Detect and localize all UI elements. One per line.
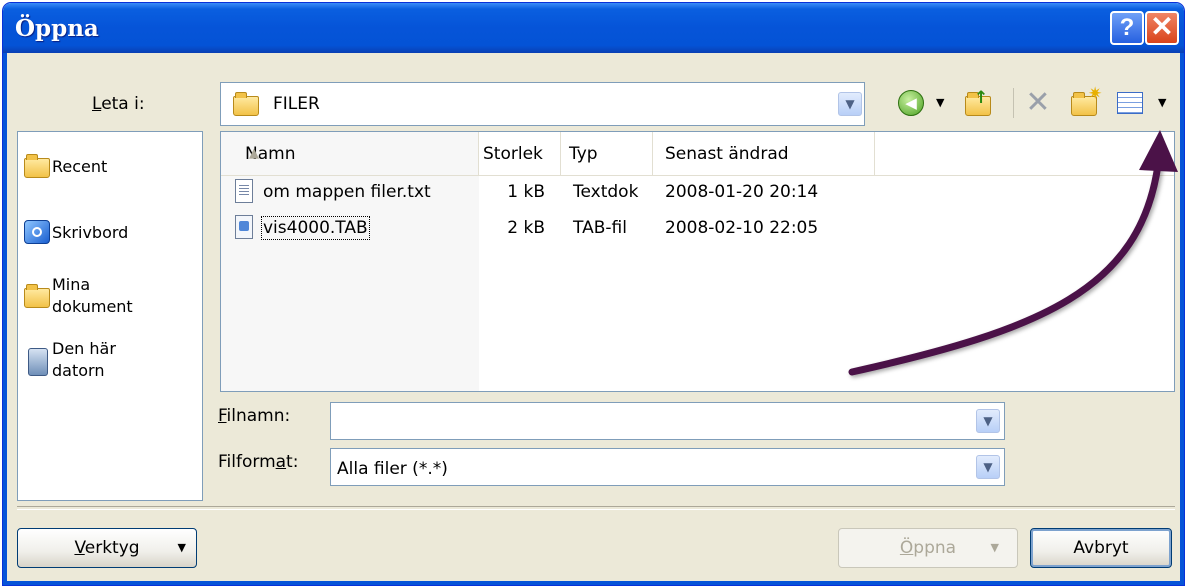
annotation-arrow bbox=[848, 130, 1178, 376]
